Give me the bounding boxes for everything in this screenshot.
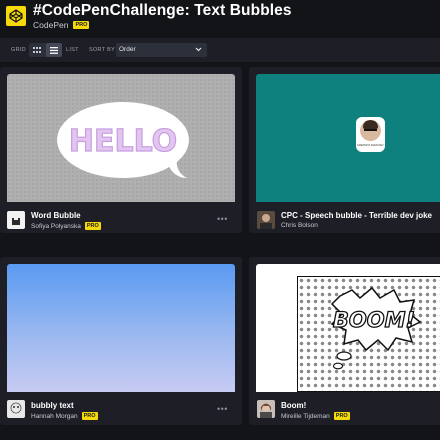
pen-preview[interactable]: HELLO <box>7 74 235 202</box>
boom-burst-illustration: BOOM! <box>330 286 422 370</box>
author-name[interactable]: Hannah Morgan <box>31 413 78 420</box>
pen-card[interactable]: HELLO Word Bubble Sofiya Polyanska PRO •… <box>0 67 242 233</box>
grid-view-button[interactable] <box>29 43 46 57</box>
pen-card[interactable]: BOOM! Boom! Mireille Tijdeman PRO <box>249 257 440 425</box>
speech-bubble-illustration: HELLO <box>57 102 189 178</box>
more-options-icon[interactable]: ••• <box>217 404 228 414</box>
hello-text: HELLO <box>69 124 177 159</box>
boom-text: BOOM! <box>333 308 415 332</box>
grid-icon <box>33 47 42 53</box>
pro-badge: PRO <box>84 222 101 230</box>
pen-title[interactable]: Word Bubble <box>31 211 81 220</box>
pen-preview[interactable]: BOOM! <box>256 264 440 392</box>
pen-card[interactable]: GREATEST EVER DEV JOKE CPC - Speech bubb… <box>249 67 440 233</box>
view-toolbar: GRID LIST SORT BY Order <box>0 38 440 62</box>
avatar[interactable] <box>7 211 25 229</box>
avatar-circle-icon <box>360 120 381 141</box>
sort-by-label: SORT BY <box>89 47 116 53</box>
pro-badge: PRO <box>81 412 98 420</box>
chevron-down-icon <box>195 47 202 52</box>
pen-title[interactable]: Boom! <box>281 401 306 410</box>
avatar[interactable] <box>257 400 275 418</box>
avatar[interactable] <box>257 211 275 229</box>
codepen-logo-icon[interactable] <box>6 6 26 26</box>
author-name[interactable]: Sofiya Polyanska <box>31 223 81 230</box>
speech-card-illustration: GREATEST EVER DEV JOKE <box>356 117 385 152</box>
list-label: LIST <box>66 47 79 53</box>
pen-preview[interactable]: GREATEST EVER DEV JOKE <box>256 74 440 202</box>
owner-link[interactable]: CodePen <box>33 20 68 30</box>
pen-title[interactable]: bubbly text <box>31 401 74 410</box>
pen-title[interactable]: CPC - Speech bubble - Terrible dev joke <box>281 211 432 220</box>
pro-badge: PRO <box>73 21 90 29</box>
pen-preview[interactable] <box>7 264 235 392</box>
avatar[interactable] <box>7 400 25 418</box>
list-icon <box>49 46 58 54</box>
author-name[interactable]: Mireille Tijdeman <box>281 413 330 420</box>
view-toggle <box>29 43 62 57</box>
sort-select-value: Order <box>119 46 136 53</box>
author-name[interactable]: Chris Bolson <box>281 222 318 229</box>
pen-card[interactable]: bubbly text Hannah Morgan PRO ••• <box>0 257 242 425</box>
more-options-icon[interactable]: ••• <box>217 214 228 224</box>
grid-label: GRID <box>11 47 26 53</box>
page-title: #CodePenChallenge: Text Bubbles <box>33 2 292 19</box>
pro-badge: PRO <box>333 412 350 420</box>
joke-caption: GREATEST EVER DEV JOKE <box>357 144 384 147</box>
page-header: #CodePenChallenge: Text Bubbles CodePen … <box>0 0 440 38</box>
list-view-button[interactable] <box>45 43 62 57</box>
sort-select[interactable]: Order <box>116 43 207 57</box>
